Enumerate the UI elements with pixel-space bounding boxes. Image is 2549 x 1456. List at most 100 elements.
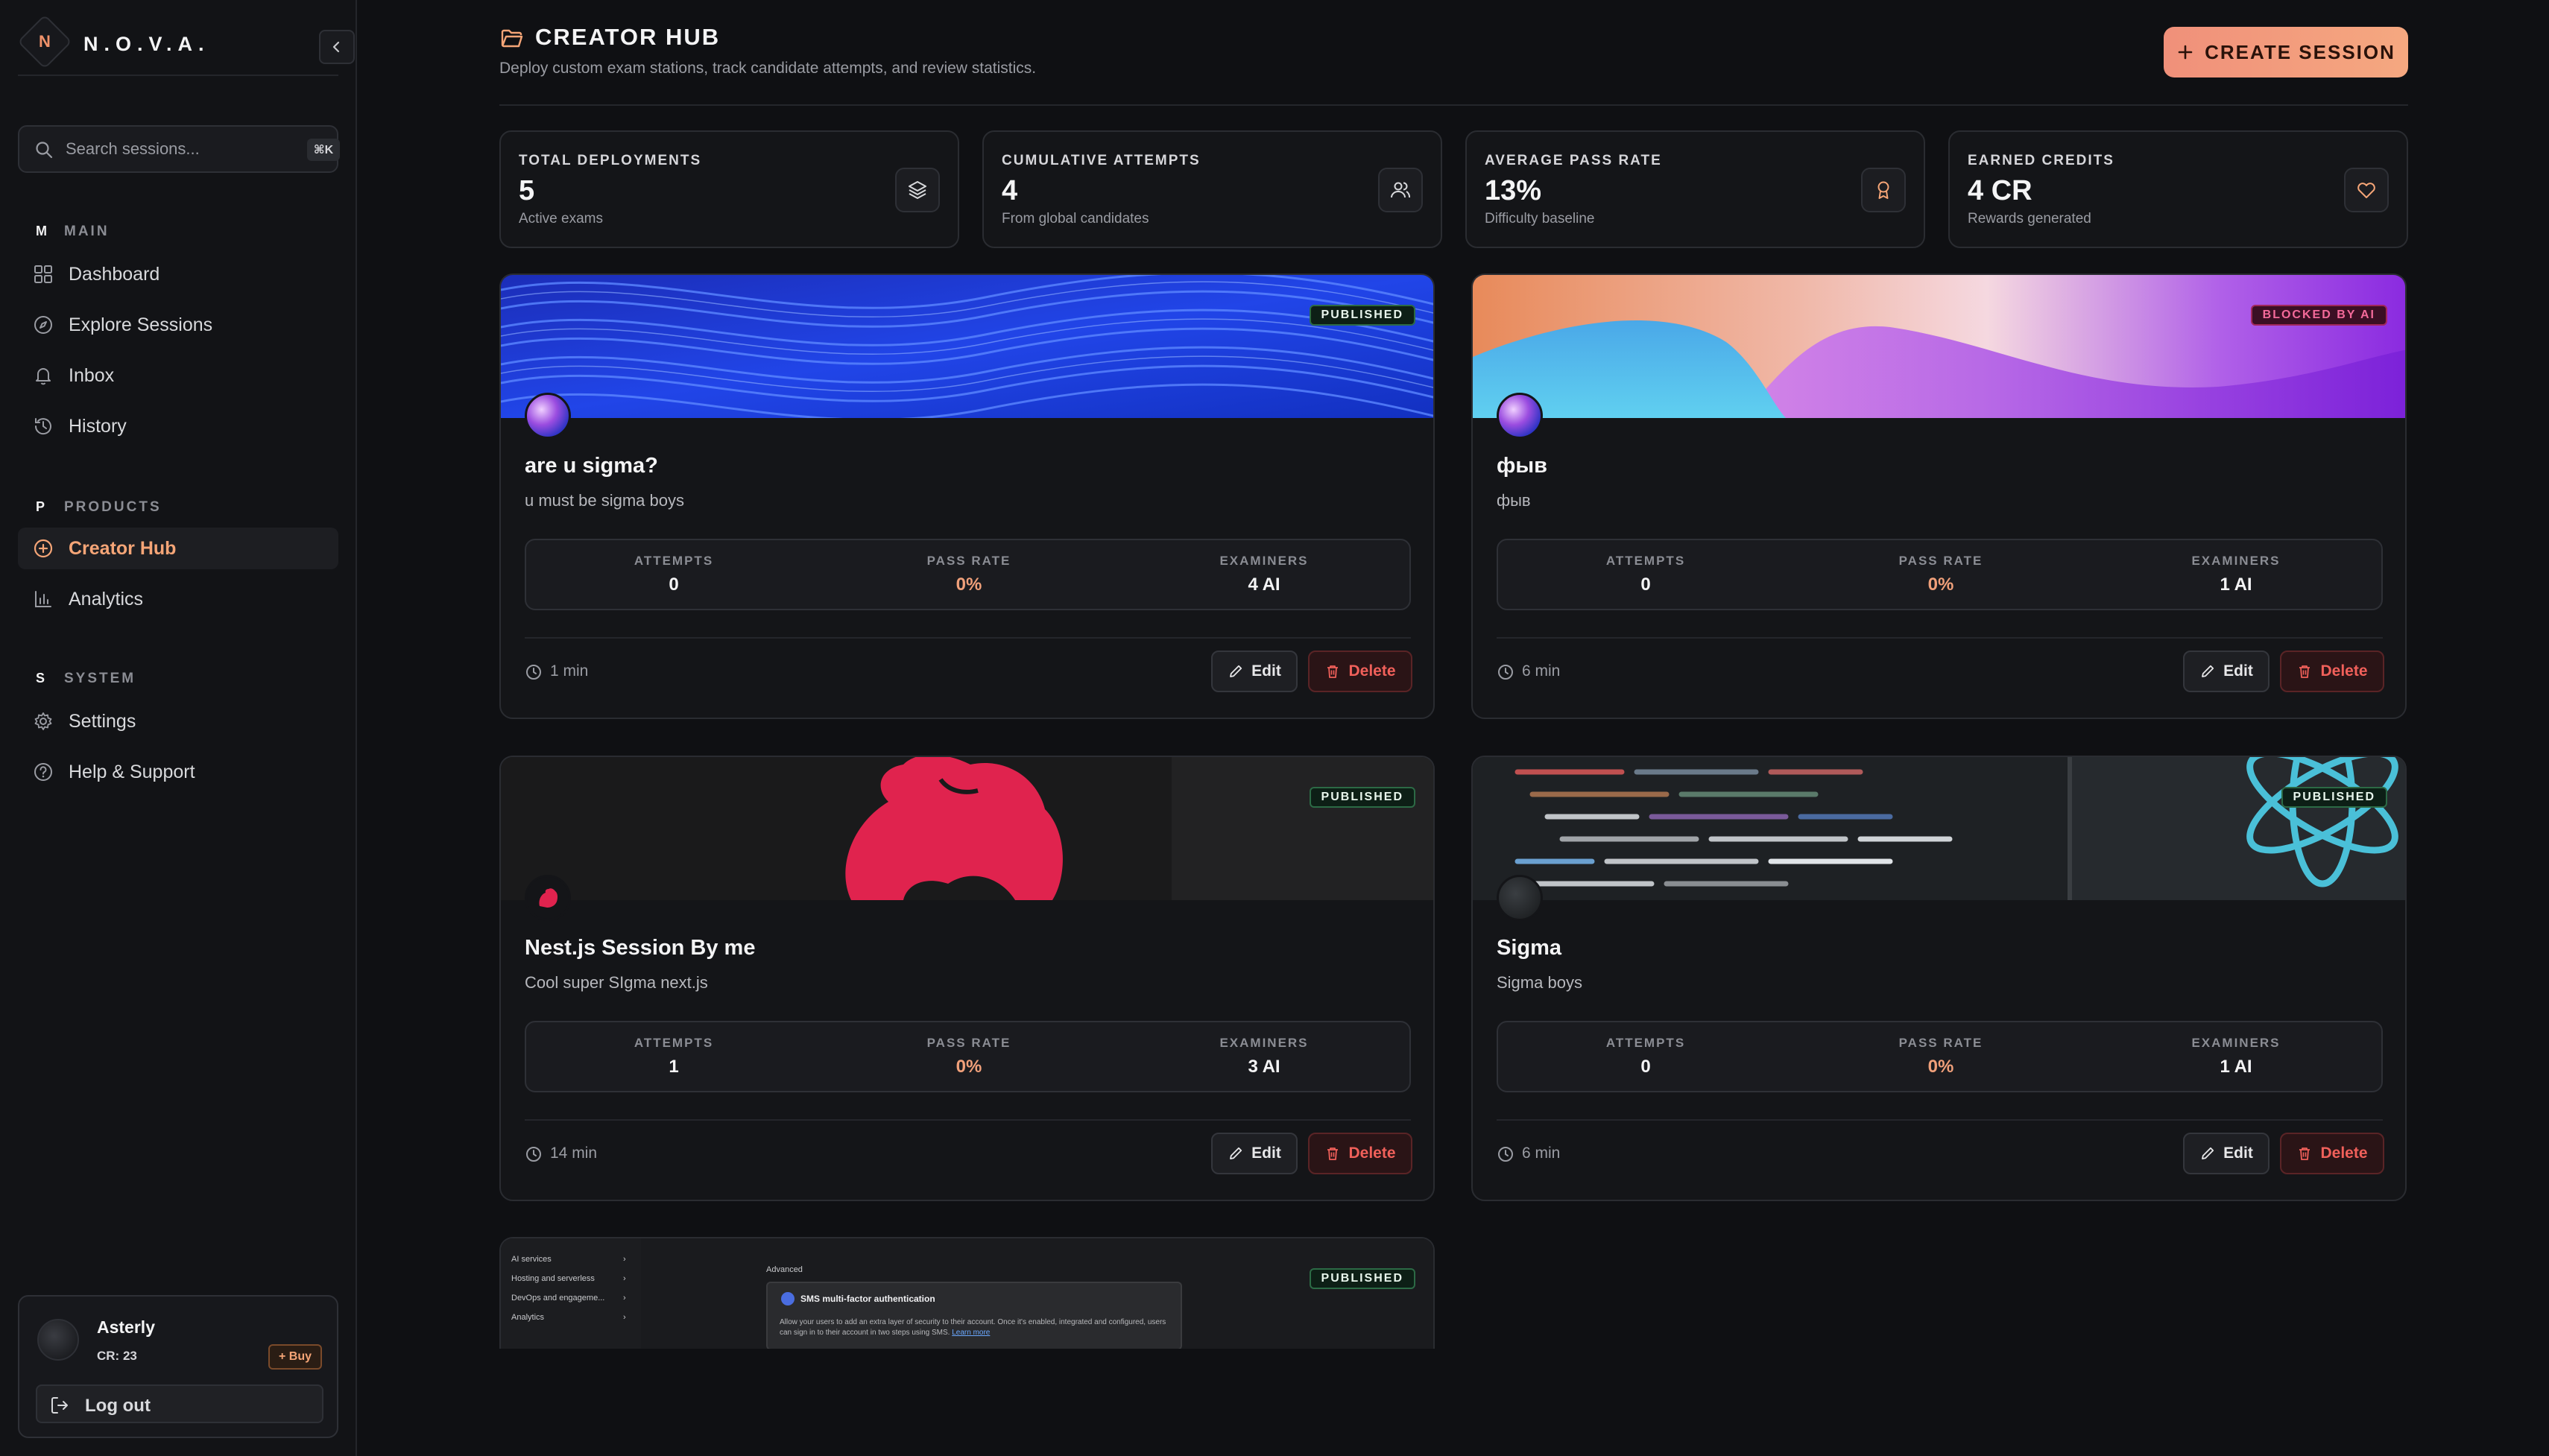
session-duration: 1 min [550,662,589,680]
session-description: Sigma boys [1497,973,1582,992]
search-box[interactable]: ⌘K [18,125,340,173]
session-avatar [525,393,571,439]
thumbnail-console-menu: AI services › Hosting and serverless › D… [501,1238,641,1349]
stat-examiners: EXAMINERS 3 AI [1116,1022,1412,1091]
session-card[interactable]: PUBLISHED are u sigma? u must be sigma b… [499,273,1435,719]
stat-examiners-label: EXAMINERS [1219,1036,1309,1050]
thumbnail-panel: SMS multi-factor authentication Allow yo… [766,1282,1182,1349]
stat-examiners-label: EXAMINERS [2191,1036,2281,1050]
stat-card-pass-rate: AVERAGE PASS RATE 13% Difficulty baselin… [1465,130,1925,248]
user-credits: CR: 23 [97,1349,137,1363]
brand[interactable]: N N.O.V.A. [17,12,355,76]
stat-attempts-value: 0 [1640,575,1651,595]
user-name: Asterly [97,1317,155,1337]
stat-attempts-label: ATTEMPTS [634,554,714,568]
stat-card-attempts: CUMULATIVE ATTEMPTS 4 From global candid… [982,130,1442,248]
header-divider [499,104,2408,106]
sidebar-item-label: Help & Support [69,762,195,782]
card-divider [525,637,1411,639]
session-card[interactable]: PUBLISHED Sigma Sigma boys ATTEMPTS 0 PAS… [1471,756,2407,1201]
create-session-button[interactable]: CREATE SESSION [2164,27,2408,77]
thumbnail-section-label: Advanced [766,1265,803,1274]
session-card[interactable]: PUBLISHED Nest.js Session By me Cool sup… [499,756,1435,1201]
session-description: Cool super SIgma next.js [525,973,708,992]
sidebar-item-dashboard[interactable]: Dashboard [18,253,338,295]
sidebar-item-label: Explore Sessions [69,314,213,335]
shield-icon [781,1292,795,1305]
logout-icon [51,1397,68,1414]
layers-icon [895,168,940,212]
gear-icon [34,712,52,730]
stat-sub: Active exams [519,211,603,227]
sidebar-item-analytics[interactable]: Analytics [18,578,338,620]
thumbnail-menu-item: Hosting and serverless [511,1274,595,1283]
edit-label: Edit [2223,662,2253,680]
delete-button[interactable]: Delete [2280,651,2384,692]
chevron-right-icon: › [623,1274,626,1283]
clock-icon [1498,1147,1513,1162]
status-badge: PUBLISHED [2281,787,2387,808]
stat-pass-rate: PASS RATE 0% [1793,1022,2088,1091]
sidebar-item-settings[interactable]: Settings [18,700,338,742]
users-icon [1378,168,1423,212]
session-title: are u sigma? [525,454,658,478]
edit-button[interactable]: Edit [1211,1133,1298,1174]
heart-icon [2344,168,2389,212]
sidebar-item-help-support[interactable]: Help & Support [18,751,338,793]
sidebar-item-creator-hub[interactable]: Creator Hub [18,528,338,569]
stat-examiners: EXAMINERS 4 AI [1116,540,1412,609]
session-banner: BLOCKED BY AI [1473,275,2405,418]
trash-icon [2299,665,2310,678]
sidebar-item-inbox[interactable]: Inbox [18,355,338,396]
logout-label: Log out [85,1396,151,1416]
stat-pass-rate: PASS RATE 0% [821,1022,1116,1091]
edit-button[interactable]: Edit [1211,651,1298,692]
thumbnail-menu-item: DevOps and engageme... [511,1294,605,1303]
delete-button[interactable]: Delete [2280,1133,2384,1174]
session-banner: PUBLISHED [1473,757,2405,900]
session-description: фыв [1497,491,1531,510]
delete-label: Delete [1348,662,1396,680]
buy-credits-button[interactable]: + Buy [268,1344,322,1370]
edit-button[interactable]: Edit [2183,1133,2270,1174]
delete-button[interactable]: Delete [1308,1133,1412,1174]
clock-icon [526,1147,541,1162]
chevron-right-icon: › [623,1313,626,1322]
code-banner-image [1473,757,2405,900]
stat-pass-rate-label: PASS RATE [926,554,1011,568]
search-shortcut-badge: ⌘K [307,139,340,161]
help-icon [34,763,52,781]
sidebar-item-label: Inbox [69,365,115,386]
stat-pass-rate-value: 0% [1927,1057,1954,1077]
stat-examiners-label: EXAMINERS [2191,554,2281,568]
stat-attempts: ATTEMPTS 1 [526,1022,821,1091]
clock-icon [526,665,541,680]
trash-icon [1327,1148,1339,1160]
session-card[interactable]: AI services › Hosting and serverless › D… [499,1237,1435,1349]
bar-chart-icon [35,591,51,607]
section-products-label: PRODUCTS [64,499,162,515]
session-avatar [1497,875,1543,921]
session-card[interactable]: BLOCKED BY AI фыв фыв ATTEMPTS 0 PASS RAT… [1471,273,2407,719]
gradient-banner-image [1473,275,2405,418]
pencil-icon [1230,665,1242,677]
thumbnail-panel-title: SMS multi-factor authentication [800,1294,935,1304]
compass-icon [34,316,52,334]
edit-button[interactable]: Edit [2183,651,2270,692]
logout-button[interactable]: Log out [36,1384,323,1423]
section-system-letter: S [36,671,45,686]
collapse-sidebar-button[interactable] [319,30,355,64]
search-input[interactable] [66,134,289,164]
delete-button[interactable]: Delete [1308,651,1412,692]
sidebar-item-explore-sessions[interactable]: Explore Sessions [18,304,338,346]
session-duration: 6 min [1522,662,1561,680]
pencil-icon [2202,1147,2214,1159]
bell-icon [36,368,51,385]
delete-label: Delete [1348,1145,1396,1162]
avatar[interactable] [37,1319,79,1361]
stat-pass-rate-label: PASS RATE [1898,554,1983,568]
stat-attempts-label: ATTEMPTS [634,1036,714,1050]
sidebar-item-history[interactable]: History [18,405,338,447]
chevron-right-icon: › [623,1255,626,1264]
stat-attempts-value: 0 [1640,1057,1651,1077]
